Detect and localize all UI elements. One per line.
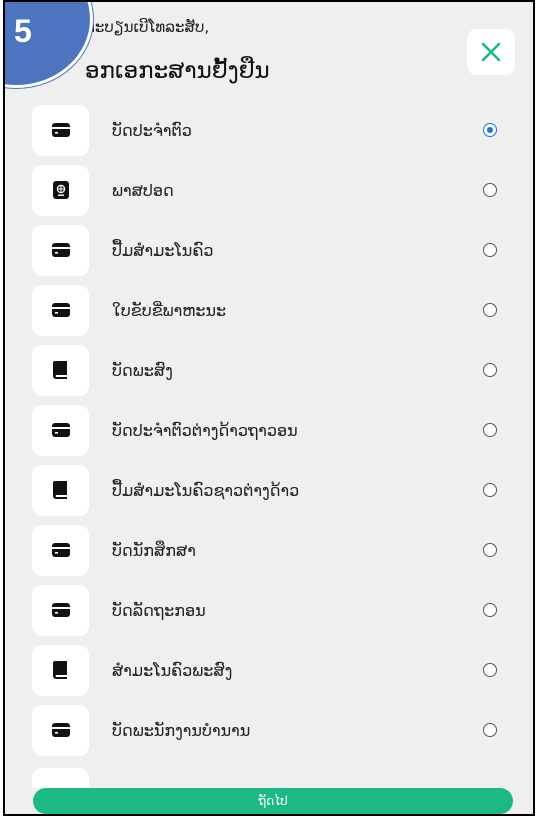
id-card-icon (32, 224, 89, 276)
id-card-icon (32, 584, 89, 636)
id-card-icon (32, 704, 89, 756)
document-option-radio[interactable] (483, 243, 497, 257)
document-option-radio[interactable] (483, 543, 497, 557)
document-option-label: ບັດພະສົງ (112, 360, 173, 380)
document-option-row[interactable]: ບັດປະຈຳຕົວຕ່າງດ້າວຖາວອນ (5, 400, 533, 460)
document-option-radio[interactable] (483, 303, 497, 317)
document-option-label: ພາສປອດ (112, 180, 174, 200)
document-option-radio[interactable] (483, 183, 497, 197)
document-option-label: ບັດລັດຖະກອນ (112, 600, 206, 620)
passport-icon (32, 164, 89, 216)
page-title: ອກເອກະສານຢັ້ງຢືນ (85, 58, 270, 84)
document-option-label: ໃບຂັບຂີ່ພາຫະນະ (112, 300, 227, 320)
document-option-label: ບັດປະຈຳຕົວ (112, 120, 192, 140)
document-option-row[interactable]: ບັດລັດຖະກອນ (5, 580, 533, 640)
id-card-icon (32, 284, 89, 336)
document-option-radio[interactable] (483, 483, 497, 497)
id-card-icon (32, 104, 89, 156)
document-option-radio[interactable] (483, 603, 497, 617)
document-option-label: ສຳມະໂນຄົວພະສົງ (112, 660, 233, 680)
id-card-icon (32, 404, 89, 456)
document-option-row[interactable]: ບັດນັກສຶກສາ (5, 520, 533, 580)
document-option-radio[interactable] (483, 423, 497, 437)
document-option-label: ປື້ມສຳມະໂນຄົວຊາວຕ່າງດ້າວ (112, 480, 300, 500)
close-button[interactable] (467, 29, 515, 75)
document-option-radio[interactable] (483, 723, 497, 737)
book-icon (32, 344, 89, 396)
header-subtitle: ທະບຽນເບີໂທລະສັບ, (85, 18, 210, 36)
document-option-row[interactable]: ບັດພະນັກງານບຳນານ (5, 700, 533, 760)
document-option-row[interactable]: ບັດພະສົງ (5, 340, 533, 400)
document-option-radio[interactable] (483, 363, 497, 377)
document-option-label: ປື້ມສຳມະໂນຄົວ (112, 240, 214, 260)
document-option-row[interactable]: ປື້ມສຳມະໂນຄົວຊາວຕ່າງດ້າວ (5, 460, 533, 520)
close-icon (481, 42, 501, 62)
document-option-label: ບັດນັກສຶກສາ (112, 540, 196, 560)
document-option-row[interactable]: ສຳມະໂນຄົວພະສົງ (5, 640, 533, 700)
document-type-list: ບັດປະຈຳຕົວພາສປອດປື້ມສຳມະໂນຄົວໃບຂັບຂີ່ພາຫ… (5, 100, 533, 760)
document-option-row[interactable]: ບັດປະຈຳຕົວ (5, 100, 533, 160)
step-badge: 5 (5, 2, 93, 88)
step-number: 5 (14, 13, 32, 49)
book-icon (32, 644, 89, 696)
document-selection-panel: 5 ທະບຽນເບີໂທລະສັບ, ອກເອກະສານຢັ້ງຢືນ ບັດປ… (3, 0, 535, 816)
document-option-row[interactable]: ປື້ມສຳມະໂນຄົວ (5, 220, 533, 280)
document-option-radio[interactable] (483, 123, 497, 137)
document-option-row[interactable]: ໃບຂັບຂີ່ພາຫະນະ (5, 280, 533, 340)
partial-list-item (32, 768, 89, 788)
document-option-label: ບັດປະຈຳຕົວຕ່າງດ້າວຖາວອນ (112, 420, 298, 440)
book-icon (32, 464, 89, 516)
id-card-icon (32, 524, 89, 576)
document-option-radio[interactable] (483, 663, 497, 677)
next-button[interactable]: ຖັດໄປ (33, 788, 513, 814)
document-option-label: ບັດພະນັກງານບຳນານ (112, 720, 251, 740)
document-option-row[interactable]: ພາສປອດ (5, 160, 533, 220)
